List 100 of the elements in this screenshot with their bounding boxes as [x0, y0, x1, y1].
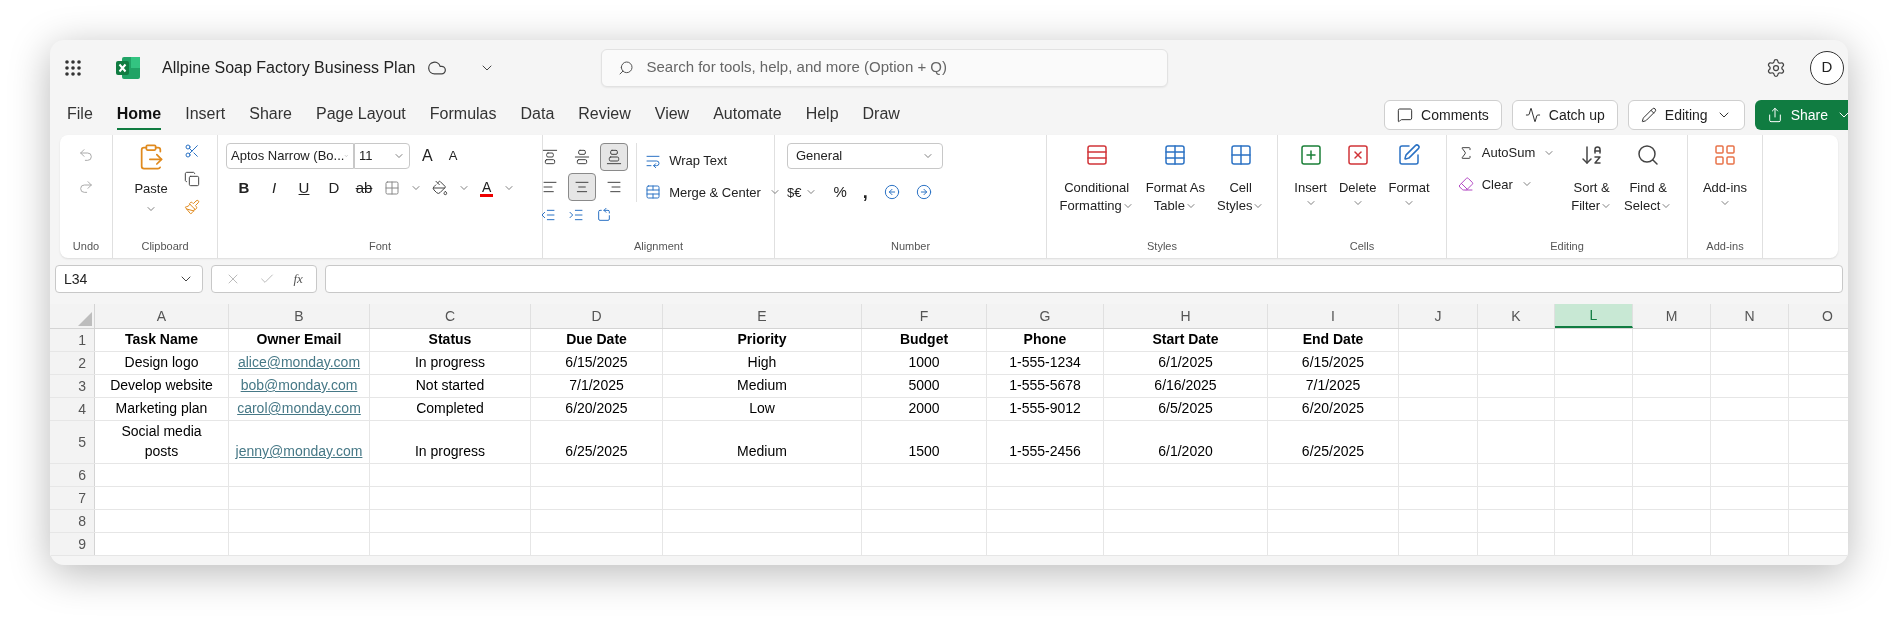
column-header[interactable]: D: [531, 304, 663, 328]
clear-button[interactable]: Clear: [1457, 174, 1556, 194]
number-format-field[interactable]: General: [787, 143, 943, 169]
sort-filter-button[interactable]: Sort & Filter: [1567, 143, 1617, 215]
find-select-button[interactable]: Find & Select: [1620, 143, 1677, 215]
column-header[interactable]: N: [1711, 304, 1789, 328]
column-header[interactable]: L: [1555, 304, 1633, 328]
cell-value: 1-555-2456: [1009, 442, 1081, 461]
menu-tab[interactable]: File: [67, 100, 93, 130]
styles-button[interactable]: Format As Table: [1141, 143, 1209, 215]
menu-tab[interactable]: Page Layout: [315, 100, 406, 130]
toolbar-button[interactable]: Share: [1754, 100, 1848, 130]
font-style-button[interactable]: B: [234, 177, 254, 200]
font-size-field[interactable]: 11: [354, 143, 410, 169]
wrap-text-button[interactable]: Wrap Text: [645, 151, 781, 171]
app-launcher-icon[interactable]: [64, 58, 82, 77]
avatar[interactable]: D: [1810, 50, 1844, 85]
styles-button[interactable]: Conditional Formatting: [1055, 143, 1138, 215]
row-header[interactable]: 9: [50, 533, 95, 555]
row-header[interactable]: 4: [50, 398, 95, 420]
cell-value: 6/1/2025: [1158, 353, 1213, 372]
column-header[interactable]: C: [370, 304, 531, 328]
row-header[interactable]: 6: [50, 464, 95, 486]
row-header[interactable]: 2: [50, 352, 95, 374]
add-ins-button[interactable]: Add-ins: [1702, 143, 1748, 209]
comma-style-button[interactable]: ,: [862, 183, 868, 202]
menu-tab[interactable]: Data: [520, 100, 555, 130]
column-header[interactable]: A: [95, 304, 229, 328]
row-header[interactable]: 8: [50, 510, 95, 532]
email-link[interactable]: carol@monday.com: [237, 398, 361, 418]
column-header[interactable]: I: [1268, 304, 1399, 328]
autosum-button[interactable]: AutoSum: [1457, 143, 1556, 163]
row-header[interactable]: 1: [50, 329, 95, 351]
menu-tab[interactable]: Formulas: [429, 100, 497, 130]
increase-indent-icon[interactable]: [568, 207, 585, 223]
email-link[interactable]: jenny@monday.com: [235, 441, 363, 461]
paste-button[interactable]: Paste: [130, 143, 172, 215]
settings-icon[interactable]: [1766, 57, 1786, 78]
spreadsheet-logo-icon[interactable]: [116, 56, 140, 79]
group-label: Clipboard: [141, 238, 189, 254]
cells-button[interactable]: Format: [1384, 143, 1434, 209]
toolbar-button[interactable]: Catch up: [1511, 100, 1618, 130]
format-painter-icon[interactable]: [183, 199, 200, 215]
menu-tab[interactable]: Home: [116, 100, 162, 130]
column-header[interactable]: M: [1633, 304, 1711, 328]
cut-icon[interactable]: [183, 143, 200, 159]
cells-button[interactable]: Delete: [1334, 143, 1381, 209]
menu-tab[interactable]: Help: [805, 100, 839, 130]
percent-button[interactable]: %: [833, 181, 847, 204]
grow-font-button[interactable]: A: [418, 144, 437, 168]
toolbar-button[interactable]: Editing: [1627, 100, 1745, 130]
row-header[interactable]: 3: [50, 375, 95, 397]
table-icon: [1084, 143, 1109, 167]
row-header[interactable]: 7: [50, 487, 95, 509]
insert-function-button[interactable]: fx: [293, 269, 303, 289]
column-header[interactable]: F: [862, 304, 987, 328]
column-header[interactable]: J: [1399, 304, 1478, 328]
menu-tab[interactable]: Automate: [713, 100, 782, 130]
menu-tab[interactable]: Review: [578, 100, 631, 130]
toolbar-button[interactable]: Comments: [1384, 100, 1502, 130]
name-box[interactable]: L34: [55, 265, 203, 293]
fill-color-icon[interactable]: [432, 180, 448, 197]
font-name-field[interactable]: Aptos Narrow (Bo...: [226, 143, 354, 169]
font-style-button[interactable]: U: [294, 177, 314, 200]
menu-tab[interactable]: Insert: [185, 100, 226, 130]
font-style-button[interactable]: ab: [354, 177, 374, 200]
currency-button[interactable]: $€: [787, 182, 818, 202]
copy-icon[interactable]: [183, 171, 200, 187]
column-title: Phone: [1023, 330, 1067, 349]
alignment-button[interactable]: [600, 143, 629, 171]
column-title: Owner Email: [256, 330, 342, 349]
increase-decimal-icon[interactable]: [915, 184, 932, 201]
row-header[interactable]: 5: [50, 421, 95, 463]
email-link[interactable]: bob@monday.com: [240, 375, 358, 395]
shrink-font-button[interactable]: A: [444, 146, 462, 166]
menu-tab[interactable]: Share: [249, 100, 292, 130]
alignment-icon: [606, 179, 623, 195]
font-style-button[interactable]: D: [324, 177, 344, 200]
font-style-button[interactable]: I: [264, 177, 284, 200]
column-header[interactable]: G: [987, 304, 1104, 328]
menu-tab[interactable]: View: [654, 100, 690, 130]
decrease-decimal-icon[interactable]: [883, 184, 900, 201]
alignment-button[interactable]: [568, 173, 597, 201]
column-header[interactable]: B: [229, 304, 370, 328]
decrease-indent-icon[interactable]: [540, 207, 557, 223]
email-link[interactable]: alice@monday.com: [237, 352, 361, 372]
search-field[interactable]: Search for tools, help, and more (Option + Q): [601, 48, 1169, 87]
cells-button[interactable]: Insert: [1290, 143, 1331, 209]
borders-icon[interactable]: [384, 180, 400, 197]
font-color-button[interactable]: A: [480, 179, 494, 197]
column-title: Status: [428, 330, 472, 349]
styles-button[interactable]: Cell Styles: [1213, 143, 1269, 215]
column-header[interactable]: H: [1104, 304, 1268, 328]
grid-icon: [1713, 143, 1737, 167]
column-header[interactable]: O: [1789, 304, 1848, 328]
menu-tab[interactable]: Draw: [862, 100, 900, 130]
merge-center-button[interactable]: Merge & Center: [645, 182, 781, 202]
column-header[interactable]: E: [663, 304, 862, 328]
document-title[interactable]: Allpine Soap Factory Business Plan: [162, 55, 416, 80]
formula-input[interactable]: [325, 265, 1843, 293]
